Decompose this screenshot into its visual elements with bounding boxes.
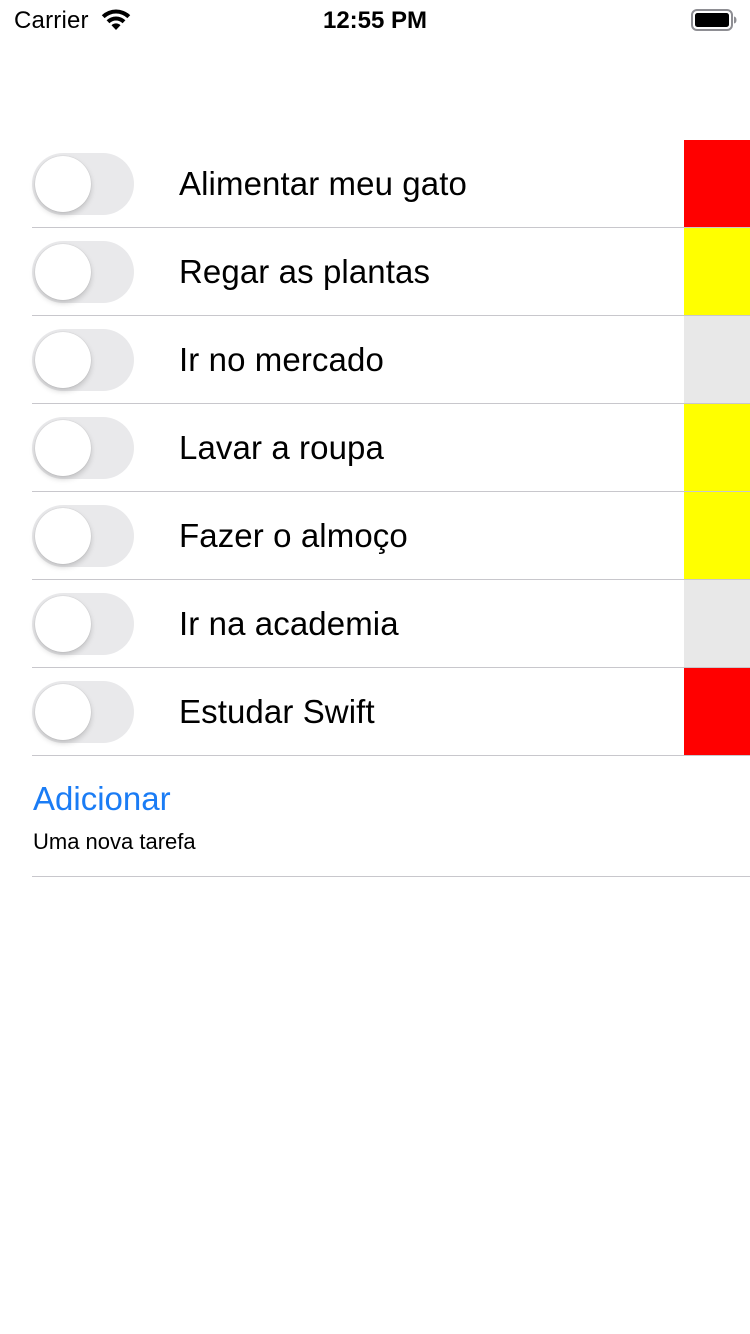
status-bar: Carrier 12:55 PM [0,0,750,40]
task-title: Fazer o almoço [179,517,408,554]
task-title: Ir no mercado [179,341,384,378]
clock-time: 12:55 PM [322,7,428,34]
priority-color-swatch [684,404,750,492]
task-title: Regar as plantas [179,253,431,290]
task-title: Alimentar meu gato [179,165,467,202]
task-done-toggle[interactable] [32,593,134,655]
priority-color-swatch [684,492,750,580]
task-title: Estudar Swift [179,693,375,730]
toggle-knob [35,156,91,212]
priority-color-swatch [684,316,750,404]
priority-color-swatch [684,580,750,668]
new-task-input[interactable] [33,826,673,858]
task-row-4: Lavar a roupa [0,404,750,492]
toggle-knob [35,508,91,564]
priority-color-swatch [684,228,750,316]
toggle-knob [35,244,91,300]
priority-color-swatch [684,140,750,228]
toggle-knob [35,420,91,476]
toggle-knob [35,332,91,388]
task-list: Alimentar meu gato Regar as plantas Ir n… [0,140,750,756]
task-done-toggle[interactable] [32,505,134,567]
task-done-toggle[interactable] [32,329,134,391]
task-row-1: Alimentar meu gato [0,140,750,228]
task-row-6: Ir na academia [0,580,750,668]
priority-color-swatch [684,668,750,756]
task-row-5: Fazer o almoço [0,492,750,580]
task-done-toggle[interactable] [32,153,134,215]
task-title: Lavar a roupa [179,429,384,466]
task-row-2: Regar as plantas [0,228,750,316]
task-title: Ir na academia [179,605,399,642]
task-row-7: Estudar Swift [0,668,750,756]
task-done-toggle[interactable] [32,681,134,743]
toggle-knob [35,684,91,740]
task-row-3: Ir no mercado [0,316,750,404]
task-done-toggle[interactable] [32,417,134,479]
task-done-toggle[interactable] [32,241,134,303]
battery-icon [691,9,737,31]
add-button[interactable]: Adicionar [33,780,171,818]
toggle-knob [35,596,91,652]
add-task-section: Adicionar [0,756,750,877]
